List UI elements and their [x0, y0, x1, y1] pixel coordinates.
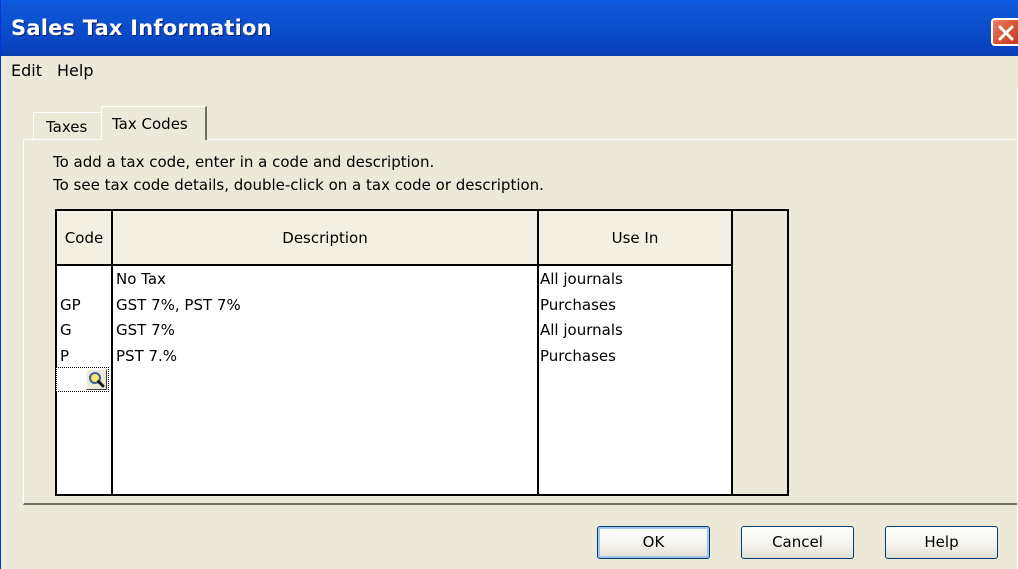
header-code: Code: [64, 229, 104, 247]
menu-bar: Edit Help: [1, 56, 1018, 88]
menu-help[interactable]: Help: [57, 61, 93, 80]
help-button[interactable]: Help: [885, 526, 998, 559]
tab-tax-codes-label: Tax Codes: [112, 115, 188, 133]
cancel-button[interactable]: Cancel: [741, 526, 854, 559]
row-code[interactable]: P: [60, 347, 69, 365]
row-description[interactable]: No Tax: [116, 270, 166, 288]
new-code-input[interactable]: [56, 367, 109, 392]
row-use-in[interactable]: All journals: [540, 270, 623, 288]
instruction-line-2: To see tax code details, double-click on…: [53, 176, 544, 194]
row-code[interactable]: G: [60, 321, 72, 339]
dialog-window: Sales Tax Information Edit Help Taxes Ta…: [0, 0, 1018, 569]
tab-tax-codes[interactable]: Tax Codes: [101, 106, 207, 140]
row-use-in[interactable]: Purchases: [540, 347, 616, 365]
header-use-in: Use In: [611, 229, 659, 247]
row-description[interactable]: PST 7.%: [116, 347, 177, 365]
window-title: Sales Tax Information: [11, 16, 272, 40]
tax-codes-grid: Code Description Use In No Tax All journ…: [55, 209, 789, 496]
row-use-in[interactable]: Purchases: [540, 296, 616, 314]
header-description: Description: [282, 229, 368, 247]
grid-divider: [537, 211, 539, 494]
grid-divider: [111, 211, 113, 494]
close-button[interactable]: [991, 18, 1018, 46]
close-icon: [998, 25, 1014, 41]
lookup-button[interactable]: [86, 369, 107, 390]
tab-taxes[interactable]: Taxes: [33, 112, 101, 140]
row-use-in[interactable]: All journals: [540, 321, 623, 339]
title-bar[interactable]: Sales Tax Information: [1, 0, 1018, 56]
row-description[interactable]: GST 7%, PST 7%: [116, 296, 241, 314]
instruction-line-1: To add a tax code, enter in a code and d…: [53, 153, 435, 171]
tab-taxes-label: Taxes: [46, 118, 88, 136]
magnifier-icon: [89, 372, 105, 388]
menu-edit[interactable]: Edit: [11, 61, 42, 80]
row-code[interactable]: GP: [60, 296, 81, 314]
ok-button[interactable]: OK: [597, 526, 710, 559]
grid-divider: [731, 211, 733, 494]
row-description[interactable]: GST 7%: [116, 321, 175, 339]
